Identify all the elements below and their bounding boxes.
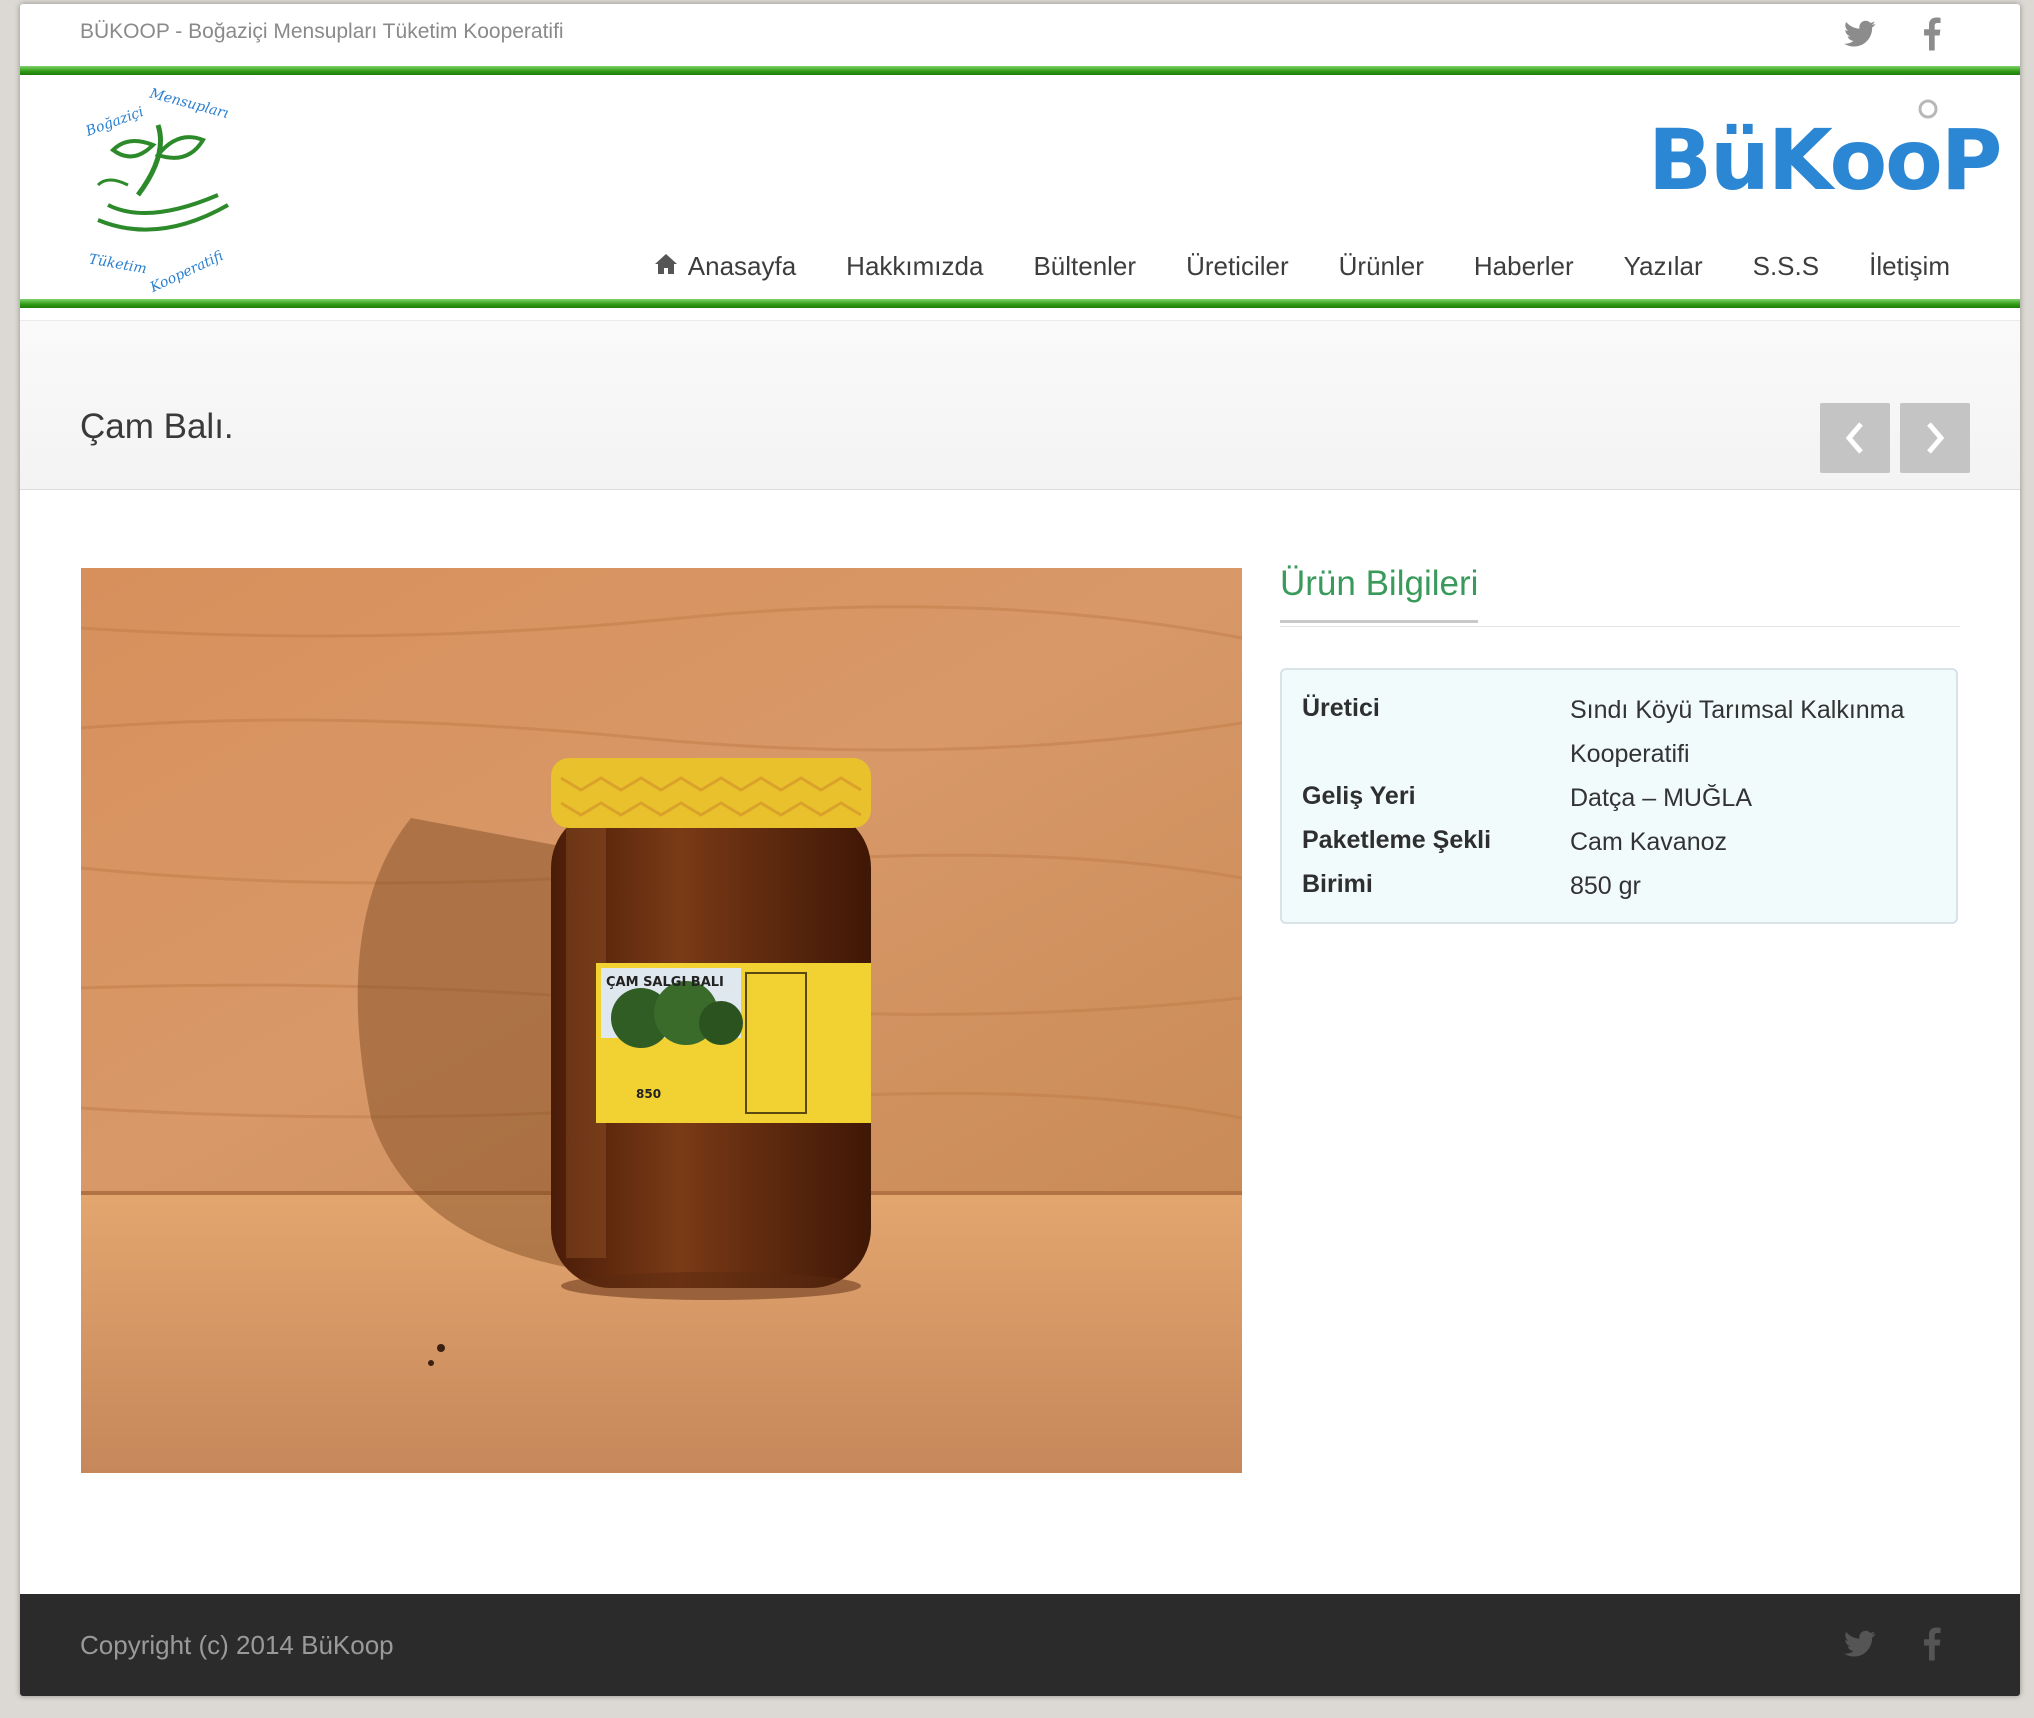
info-value-packaging: Cam Kavanoz bbox=[1570, 828, 1728, 856]
social-links-footer bbox=[1842, 1624, 1950, 1664]
nav-item-haberler[interactable]: Haberler bbox=[1474, 251, 1574, 282]
divider bbox=[1280, 626, 1960, 627]
svg-text:Mensupları: Mensupları bbox=[147, 85, 230, 122]
brand-logo[interactable]: BüKooP bbox=[1648, 105, 2002, 215]
nav-item-anasayfa[interactable]: Anasayfa bbox=[654, 251, 796, 282]
site-footer: Copyright (c) 2014 BüKoop bbox=[20, 1594, 2020, 1696]
info-key-packaging: Paketleme Şekli bbox=[1302, 826, 1492, 854]
info-value-origin: Datça – MUĞLA bbox=[1570, 784, 1753, 812]
product-image[interactable]: ÇAM SALGI BALI 850 bbox=[81, 568, 1242, 1473]
header-divider-bottom bbox=[20, 299, 2020, 308]
top-bar: BÜKOOP - Boğaziçi Mensupları Tüketim Koo… bbox=[20, 4, 2020, 66]
nav-item-urunler[interactable]: Ürünler bbox=[1339, 251, 1424, 282]
main-nav: Anasayfa Hakkımızda Bültenler Üreticiler… bbox=[654, 251, 1950, 282]
next-button[interactable] bbox=[1900, 403, 1970, 473]
page-title-band: Çam Balı. bbox=[20, 320, 2020, 490]
nav-item-ureticiler[interactable]: Üreticiler bbox=[1186, 251, 1289, 282]
info-value-producer: Sındı Köyü Tarımsal Kalkınma Kooperatifi bbox=[1570, 696, 1905, 768]
header-divider-top bbox=[20, 66, 2020, 75]
svg-text:Boğaziçi: Boğaziçi bbox=[83, 104, 146, 140]
info-key-origin: Geliş Yeri bbox=[1302, 782, 1416, 810]
jar-label-title: ÇAM SALGI BALI bbox=[606, 975, 724, 990]
product-pager bbox=[1820, 403, 1970, 473]
chevron-right-icon bbox=[1927, 422, 1945, 454]
search-icon[interactable] bbox=[1918, 99, 1940, 121]
chevron-left-icon bbox=[1845, 422, 1863, 454]
info-key-unit: Birimi bbox=[1302, 870, 1373, 898]
product-info-title: Ürün Bilgileri bbox=[1280, 564, 1479, 623]
twitter-icon[interactable] bbox=[1842, 14, 1878, 54]
svg-text:Kooperatifi: Kooperatifi bbox=[147, 248, 226, 295]
nav-item-label: Anasayfa bbox=[687, 251, 797, 281]
product-info: Ürün Bilgileri Üretici Sındı Köyü Tarıms… bbox=[1280, 564, 1960, 924]
nav-item-sss[interactable]: S.S.S bbox=[1753, 251, 1819, 282]
page: BÜKOOP - Boğaziçi Mensupları Tüketim Koo… bbox=[20, 4, 2020, 1696]
site-tagline: BÜKOOP - Boğaziçi Mensupları Tüketim Koo… bbox=[80, 20, 564, 43]
home-icon bbox=[654, 251, 678, 282]
cooperative-logo[interactable]: Boğaziçi Mensupları Tüketim Kooperatifi bbox=[78, 85, 248, 296]
previous-button[interactable] bbox=[1820, 403, 1890, 473]
svg-text:Tüketim: Tüketim bbox=[87, 251, 147, 277]
nav-item-iletisim[interactable]: İletişim bbox=[1869, 251, 1950, 282]
site-header: Boğaziçi Mensupları Tüketim Kooperatifi … bbox=[20, 75, 2020, 299]
nav-item-hakkimizda[interactable]: Hakkımızda bbox=[846, 251, 983, 282]
info-value-unit: 850 gr bbox=[1570, 872, 1641, 900]
social-links-top bbox=[1842, 14, 1950, 54]
nav-item-bultenler[interactable]: Bültenler bbox=[1033, 251, 1136, 282]
twitter-icon[interactable] bbox=[1842, 1624, 1878, 1664]
product-info-table: Üretici Sındı Köyü Tarımsal Kalkınma Koo… bbox=[1280, 668, 1958, 924]
page-title: Çam Balı. bbox=[80, 407, 234, 446]
info-key-producer: Üretici bbox=[1302, 694, 1380, 722]
jar-label-weight: 850 bbox=[636, 1087, 661, 1101]
copyright-text: Copyright (c) 2014 BüKoop bbox=[80, 1630, 394, 1660]
nav-item-yazilar[interactable]: Yazılar bbox=[1624, 251, 1703, 282]
facebook-icon[interactable] bbox=[1914, 14, 1950, 54]
facebook-icon[interactable] bbox=[1914, 1624, 1950, 1664]
